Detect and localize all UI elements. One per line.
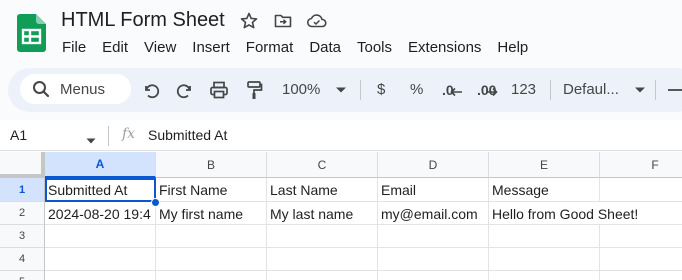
column-header-b[interactable]: B (156, 152, 267, 178)
cell-d2[interactable]: my@email.com (378, 202, 489, 225)
cell-c1[interactable]: Last Name (267, 178, 378, 202)
currency-format-button[interactable]: $ (377, 80, 385, 100)
caret-down-icon[interactable] (330, 79, 352, 101)
caret-down-icon[interactable] (86, 131, 96, 149)
cell-d3[interactable] (378, 225, 489, 248)
cell-a1[interactable]: Submitted At (45, 178, 156, 202)
cell-c2[interactable]: My last name (267, 202, 378, 225)
menu-format[interactable]: Format (238, 38, 302, 58)
formula-bar: A1 fx Submitted At (0, 120, 682, 151)
cell-f3[interactable] (600, 225, 682, 248)
font-select[interactable]: Defaul... (563, 80, 619, 100)
cell-f1[interactable] (600, 178, 682, 202)
row-header-1[interactable]: 1 (0, 178, 45, 202)
menu-help[interactable]: Help (489, 38, 536, 58)
column-header-a[interactable]: A (45, 152, 156, 178)
cell-d1[interactable]: Email (378, 178, 489, 202)
sheets-logo-icon[interactable] (17, 14, 46, 52)
menu-edit[interactable]: Edit (94, 38, 136, 58)
document-title[interactable]: HTML Form Sheet (61, 7, 225, 33)
number-format-button[interactable]: 123 (511, 80, 536, 100)
formula-input[interactable]: Submitted At (148, 127, 227, 143)
row-header-4[interactable]: 4 (0, 248, 45, 271)
cell-e4[interactable] (489, 248, 600, 271)
cell-c3[interactable] (267, 225, 378, 248)
row-header-2[interactable]: 2 (0, 202, 45, 225)
minus-icon[interactable] (664, 79, 682, 101)
cloud-status-icon[interactable] (306, 10, 328, 32)
title-bar: HTML Form Sheet File Edit View Insert Fo… (0, 0, 682, 66)
menus-search-label: Menus (60, 80, 106, 98)
cell-d4[interactable] (378, 248, 489, 271)
fx-icon: fx (122, 126, 136, 142)
menu-file[interactable]: File (54, 38, 94, 58)
toolbar-divider (655, 80, 656, 100)
caret-down-icon[interactable] (629, 79, 651, 101)
column-header-d[interactable]: D (378, 152, 489, 178)
row-header-3[interactable]: 3 (0, 225, 45, 248)
cell-b2[interactable]: My first name (156, 202, 267, 225)
cell-e3[interactable] (489, 225, 600, 248)
select-all-corner[interactable] (0, 152, 45, 178)
cell-f5[interactable] (600, 271, 682, 280)
percent-format-button[interactable]: % (410, 80, 423, 100)
redo-icon[interactable] (174, 79, 196, 101)
name-box[interactable]: A1 (10, 127, 27, 143)
cell-a5[interactable] (45, 271, 156, 280)
spreadsheet-grid: A B C D E F 1 2 3 4 5 Submitted At First… (0, 152, 682, 280)
menu-data[interactable]: Data (301, 38, 349, 58)
row-header-5[interactable]: 5 (0, 271, 45, 280)
arrow-left-icon (449, 87, 463, 97)
cell-b3[interactable] (156, 225, 267, 248)
zoom-select[interactable]: 100% (282, 80, 320, 100)
column-header-e[interactable]: E (489, 152, 600, 178)
cell-b5[interactable] (156, 271, 267, 280)
menus-search-button[interactable]: Menus (20, 74, 131, 104)
fill-handle[interactable] (151, 198, 160, 207)
cell-d5[interactable] (378, 271, 489, 280)
menu-tools[interactable]: Tools (349, 38, 400, 58)
cell-a3[interactable] (45, 225, 156, 248)
undo-icon[interactable] (140, 79, 162, 101)
search-icon (33, 81, 50, 98)
cell-a4[interactable] (45, 248, 156, 271)
menu-extensions[interactable]: Extensions (400, 38, 489, 58)
cell-c5[interactable] (267, 271, 378, 280)
star-icon[interactable] (238, 10, 260, 32)
cell-e2[interactable]: Hello from Good Sheet! (489, 202, 638, 225)
formula-bar-divider (108, 126, 109, 146)
cell-b1[interactable]: First Name (156, 178, 267, 202)
cell-e1[interactable]: Message (489, 178, 600, 202)
cell-e5[interactable] (489, 271, 600, 280)
menu-view[interactable]: View (136, 38, 184, 58)
paint-format-icon[interactable] (243, 79, 265, 101)
arrow-right-icon (485, 87, 499, 97)
column-header-f[interactable]: F (600, 152, 682, 178)
move-to-folder-icon[interactable] (272, 10, 294, 32)
toolbar-divider (360, 80, 361, 100)
menu-insert[interactable]: Insert (184, 38, 238, 58)
cell-c4[interactable] (267, 248, 378, 271)
toolbar-divider (550, 80, 551, 100)
cell-a2[interactable]: 2024-08-20 19:4 (45, 202, 156, 225)
cell-b4[interactable] (156, 248, 267, 271)
menu-bar: File Edit View Insert Format Data Tools … (54, 38, 536, 58)
column-header-c[interactable]: C (267, 152, 378, 178)
cell-f4[interactable] (600, 248, 682, 271)
toolbar: Menus 100% $ % .0 .00 123 Defaul... (8, 68, 682, 112)
print-icon[interactable] (208, 79, 230, 101)
